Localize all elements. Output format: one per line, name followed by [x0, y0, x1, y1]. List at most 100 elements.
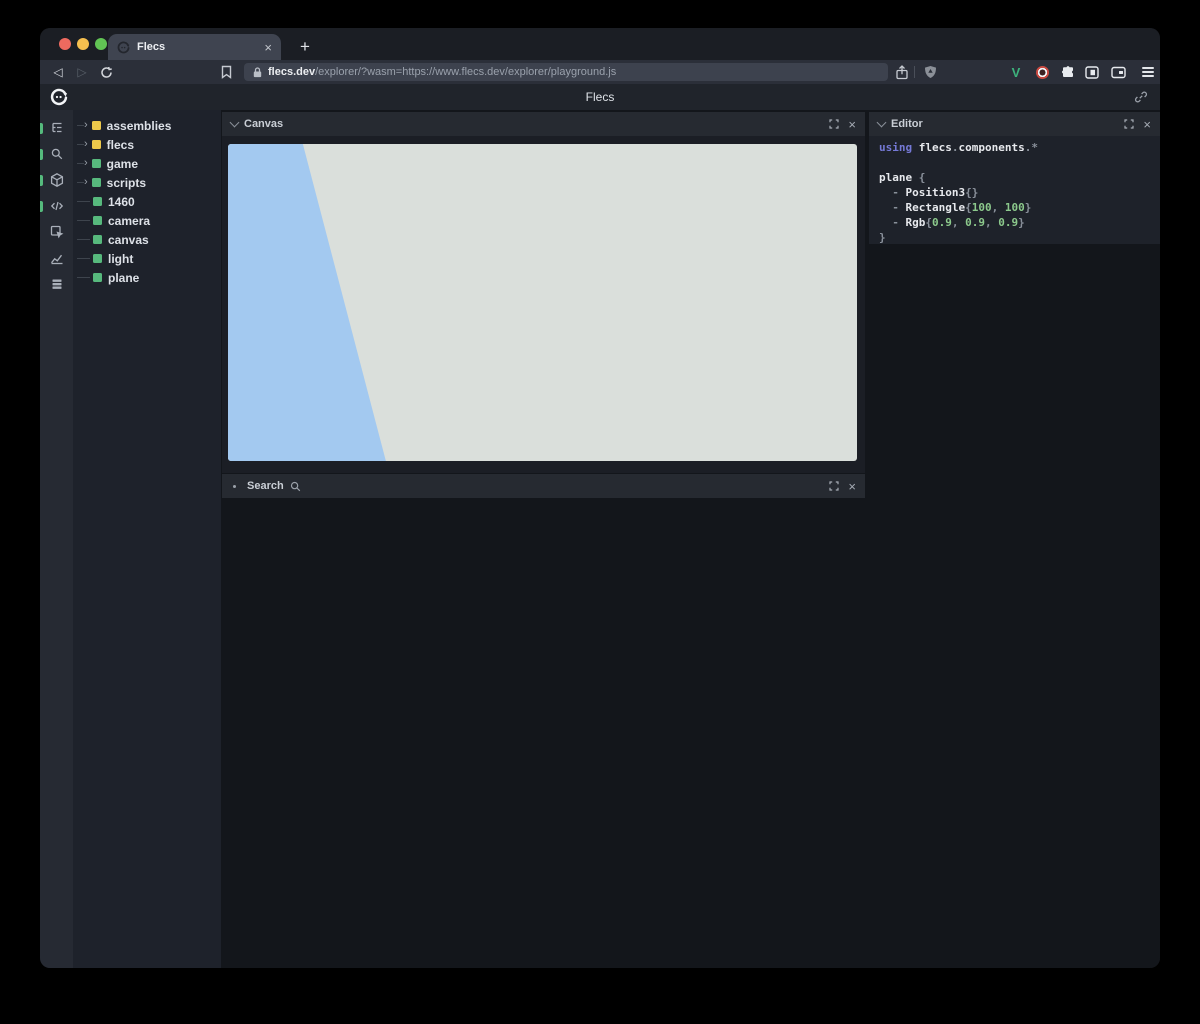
tree-item-label: camera: [108, 214, 150, 228]
red-extension-icon[interactable]: [1032, 60, 1052, 84]
tree-item-light[interactable]: light: [73, 249, 221, 268]
tree-item-plane[interactable]: plane: [73, 268, 221, 287]
tree-guide-line: [77, 201, 90, 202]
expand-icon[interactable]: [1124, 119, 1134, 129]
sidebar-item-tree-view[interactable]: [40, 115, 73, 141]
tab-strip: Flecs × +: [40, 28, 1160, 60]
wallet-icon[interactable]: [1108, 60, 1128, 84]
code-icon: [49, 198, 65, 214]
extensions-puzzle-icon[interactable]: [1058, 60, 1078, 84]
menu-hamburger-icon[interactable]: [1138, 60, 1158, 84]
side-panel-icon[interactable]: [1082, 60, 1102, 84]
tree-item-game[interactable]: › game: [73, 154, 221, 173]
toolbar-divider: [914, 66, 915, 78]
tree-item-label: game: [107, 157, 138, 171]
entity-color-swatch: [93, 197, 102, 206]
collapsed-bullet-icon[interactable]: [233, 485, 236, 488]
expand-arrow-icon[interactable]: ›: [84, 138, 88, 150]
tree-item-label: assemblies: [107, 119, 172, 133]
entity-color-swatch: [92, 121, 101, 130]
url-domain: flecs.dev: [268, 66, 315, 78]
share-icon[interactable]: [892, 60, 912, 84]
tree-item-label: canvas: [108, 233, 149, 247]
tree-item-flecs[interactable]: › flecs: [73, 135, 221, 154]
tree-view-icon: [49, 120, 65, 136]
tree-item-label: flecs: [107, 138, 134, 152]
close-icon[interactable]: ×: [848, 118, 856, 131]
sidebar-item-inspect[interactable]: [40, 219, 73, 245]
tree-item-label: 1460: [108, 195, 135, 209]
flecs-favicon-icon: [117, 41, 130, 54]
vue-devtools-extension-icon[interactable]: V: [1006, 60, 1026, 84]
entity-tree: › assemblies › flecs › game ›scripts 1460 camera…: [73, 110, 221, 968]
close-icon[interactable]: ×: [1143, 118, 1151, 131]
link-icon[interactable]: [1134, 90, 1148, 104]
tree-item-label: plane: [108, 271, 139, 285]
sidebar-item-chart[interactable]: [40, 245, 73, 271]
app-header: Flecs: [40, 84, 1160, 110]
url-bar[interactable]: flecs.dev/explorer/?wasm=https://www.fle…: [244, 63, 888, 81]
expand-icon[interactable]: [829, 481, 839, 491]
tree-item-camera[interactable]: camera: [73, 211, 221, 230]
editor-code[interactable]: using flecs.components.* plane { - Posit…: [869, 136, 1160, 244]
active-indicator: [40, 149, 43, 160]
tree-guide-line: [77, 125, 84, 126]
tree-item-label: light: [108, 252, 133, 266]
cube-icon: [49, 172, 65, 188]
expand-icon[interactable]: [829, 119, 839, 129]
editor-panel-title: Editor: [891, 118, 923, 130]
code-line: [879, 155, 1150, 170]
tree-item-1460[interactable]: 1460: [73, 192, 221, 211]
viewport-sky-region: [228, 144, 857, 461]
back-button[interactable]: ◁: [48, 60, 68, 84]
close-window-button[interactable]: [59, 38, 71, 50]
chevron-down-icon[interactable]: [230, 117, 240, 127]
entity-color-swatch: [93, 216, 102, 225]
tree-item-scripts[interactable]: ›scripts: [73, 173, 221, 192]
chevron-down-icon[interactable]: [877, 117, 887, 127]
editor-panel-header[interactable]: Editor ×: [869, 112, 1160, 136]
new-tab-button[interactable]: +: [292, 34, 318, 60]
minimize-window-button[interactable]: [77, 38, 89, 50]
code-line: - Rectangle{100, 100}: [879, 200, 1150, 215]
search-panel-header[interactable]: Search ×: [222, 474, 865, 498]
tree-guide-line: [77, 277, 90, 278]
close-icon[interactable]: ×: [848, 480, 856, 493]
zoom-window-button[interactable]: [95, 38, 107, 50]
bookmark-icon[interactable]: [216, 60, 236, 84]
code-line: plane {: [879, 170, 1150, 185]
active-indicator: [40, 175, 43, 186]
entity-color-swatch: [93, 273, 102, 282]
canvas-3d-viewport[interactable]: [228, 144, 857, 461]
chart-icon: [49, 250, 65, 266]
expand-arrow-icon[interactable]: ›: [84, 176, 88, 188]
browser-tab[interactable]: Flecs ×: [108, 34, 281, 60]
canvas-panel-title: Canvas: [244, 118, 283, 130]
inspect-icon: [49, 224, 65, 240]
url-path: /explorer/?wasm=https://www.flecs.dev/ex…: [315, 66, 616, 78]
icon-sidebar: [40, 110, 73, 968]
tree-item-assemblies[interactable]: › assemblies: [73, 116, 221, 135]
search-icon: [49, 146, 65, 162]
code-line: - Rgb{0.9, 0.9, 0.9}: [879, 215, 1150, 230]
search-panel-title: Search: [247, 480, 284, 492]
canvas-panel-body: [222, 136, 865, 473]
lock-icon: [253, 67, 262, 78]
sidebar-item-cube[interactable]: [40, 167, 73, 193]
browser-window: Flecs × + ◁ ▷ flecs.dev/explorer/?wasm=h…: [40, 28, 1160, 968]
expand-arrow-icon[interactable]: ›: [84, 157, 88, 169]
sidebar-item-code[interactable]: [40, 193, 73, 219]
canvas-panel-header[interactable]: Canvas ×: [222, 112, 865, 136]
forward-button[interactable]: ▷: [72, 60, 92, 84]
rows-icon: [49, 276, 65, 292]
brave-shield-icon[interactable]: [920, 60, 940, 84]
expand-arrow-icon[interactable]: ›: [84, 119, 88, 131]
entity-color-swatch: [92, 140, 101, 149]
sidebar-item-rows[interactable]: [40, 271, 73, 297]
sidebar-item-search[interactable]: [40, 141, 73, 167]
entity-color-swatch: [92, 178, 101, 187]
tree-item-canvas[interactable]: canvas: [73, 230, 221, 249]
tab-title: Flecs: [137, 41, 165, 53]
tab-close-icon[interactable]: ×: [264, 41, 272, 54]
reload-button[interactable]: [96, 60, 116, 84]
